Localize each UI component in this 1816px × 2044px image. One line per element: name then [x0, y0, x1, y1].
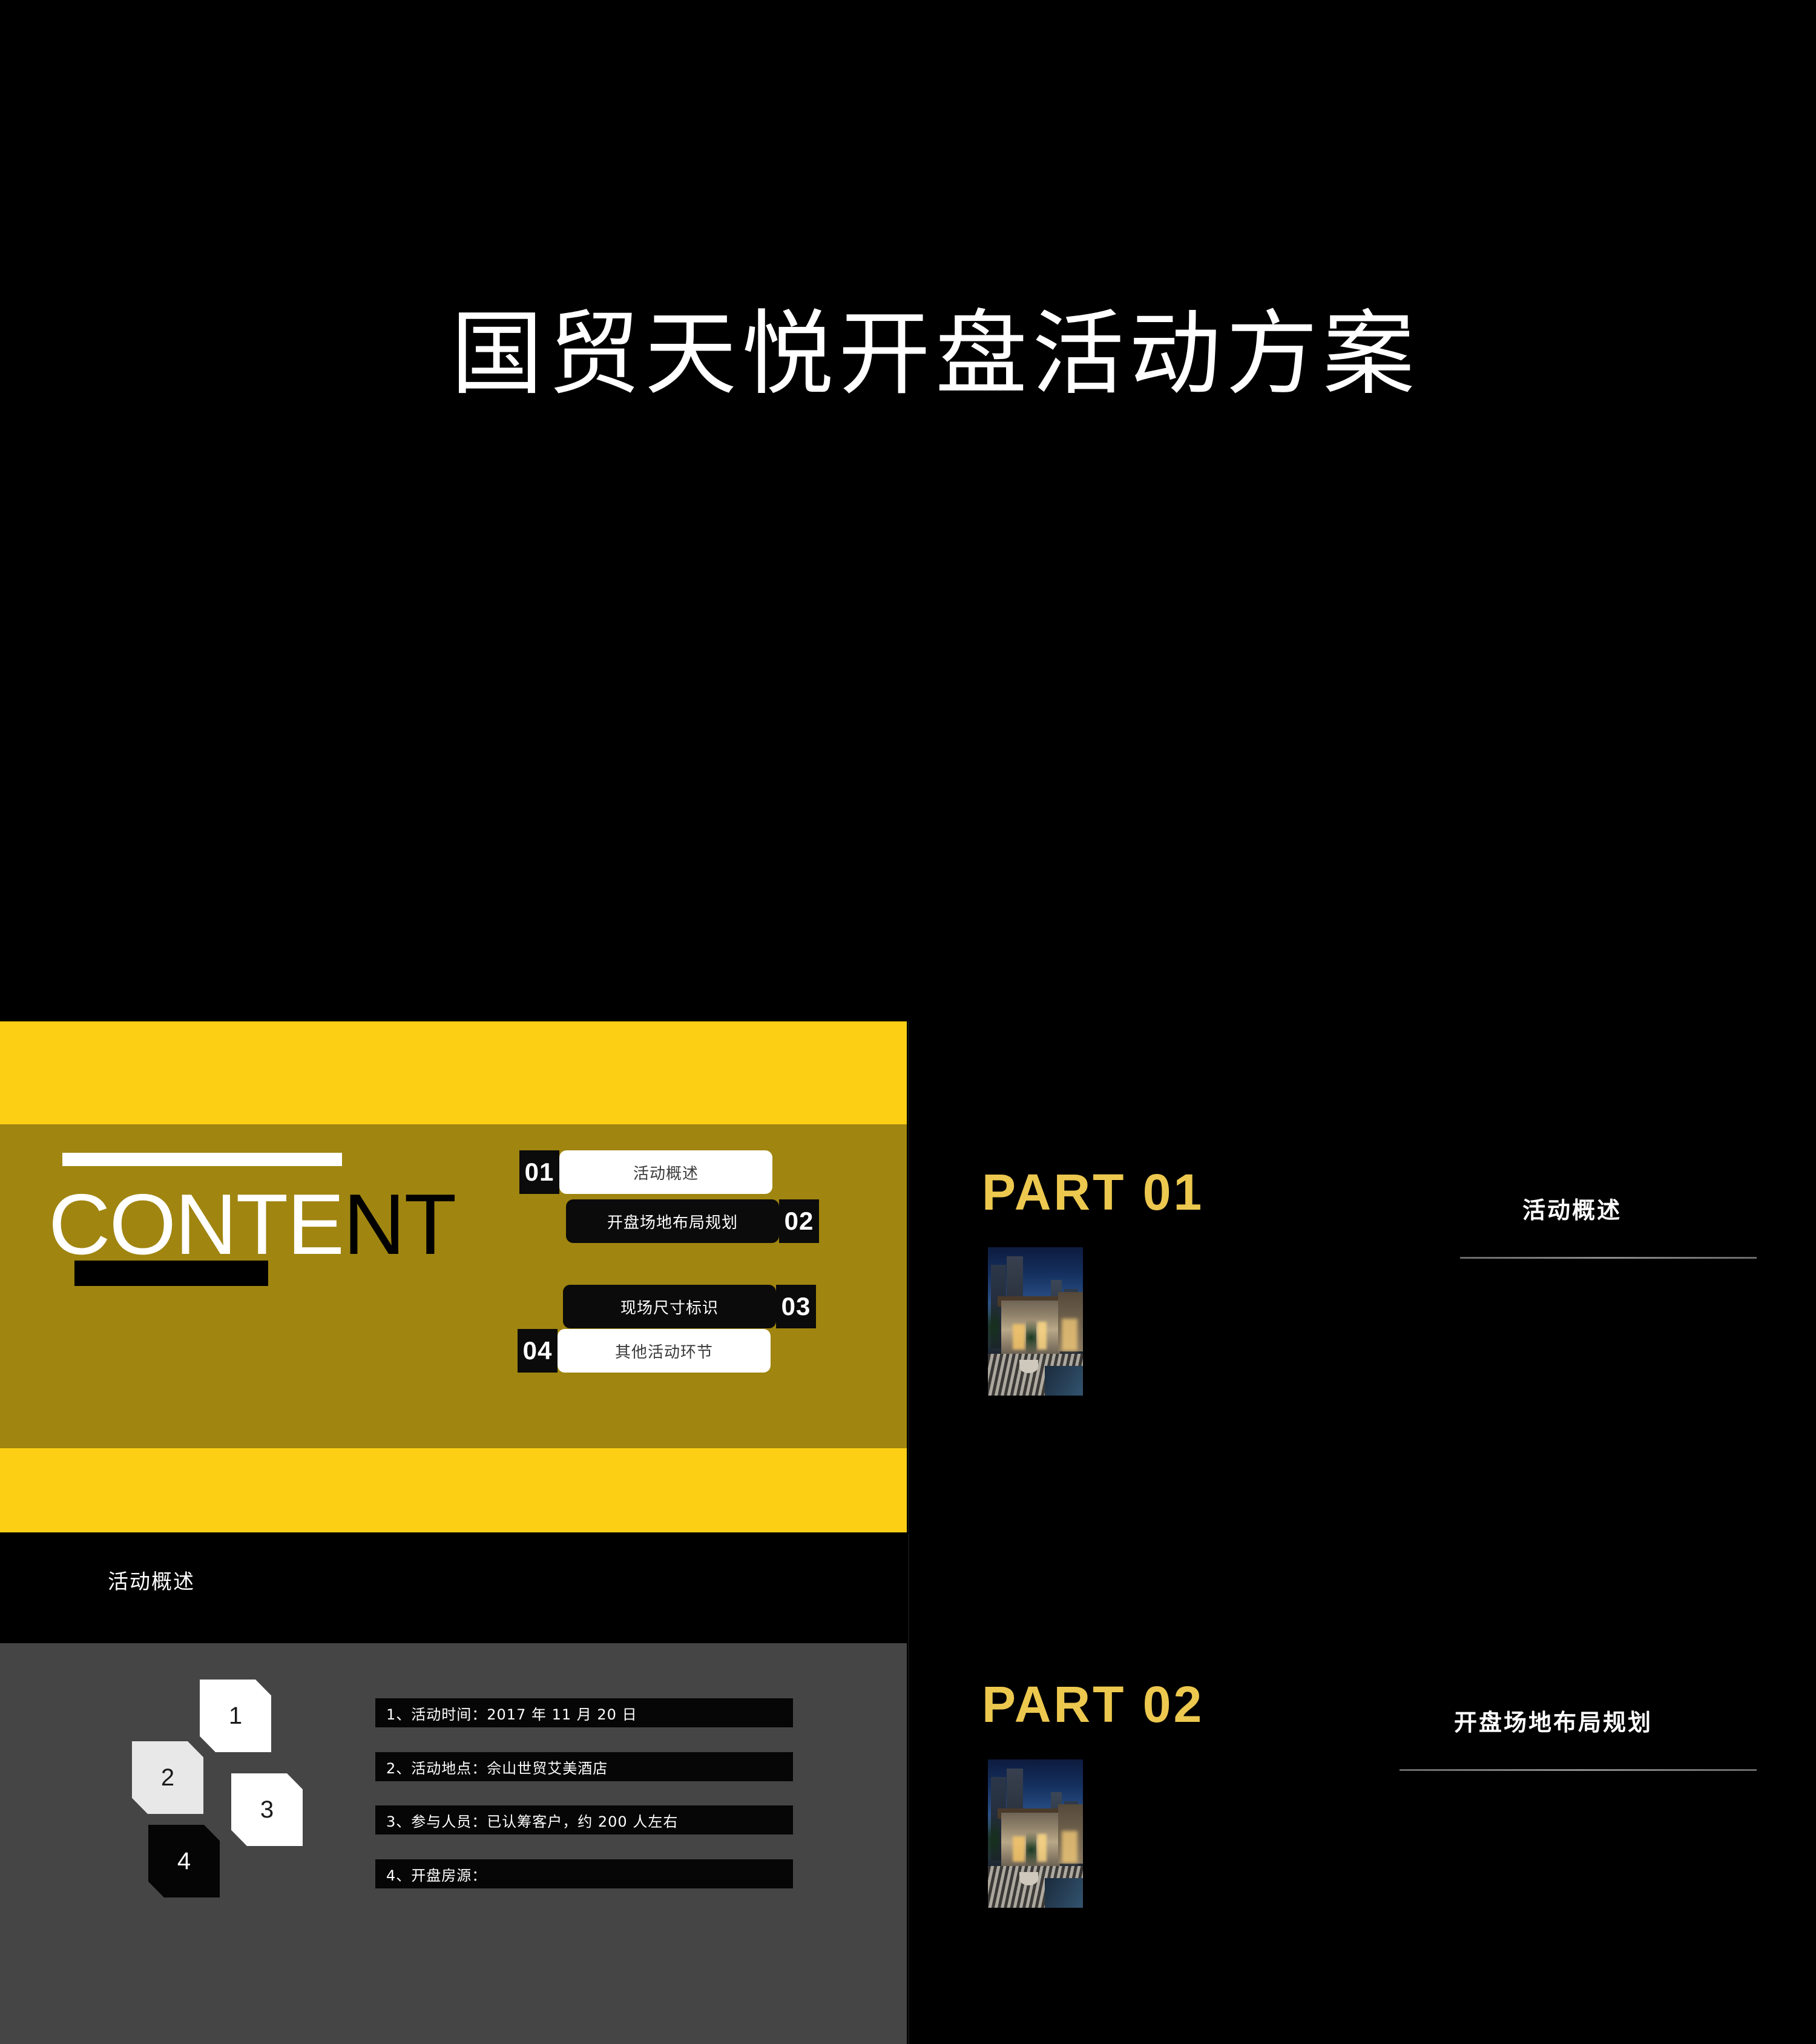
window-glow-b — [1037, 1321, 1047, 1350]
step-badge-2: 2 — [132, 1741, 203, 1814]
step-badge-3: 3 — [231, 1773, 303, 1846]
part01-subtitle: 活动概述 — [1522, 1197, 1622, 1224]
content-heading-black: NT — [343, 1176, 456, 1273]
part01-photo — [988, 1247, 1083, 1396]
toc-label-04: 其他活动环节 — [558, 1329, 771, 1373]
reflecting-pool — [1045, 1878, 1083, 1908]
toc-label-01: 活动概述 — [559, 1150, 772, 1194]
part02-divider — [1400, 1769, 1757, 1771]
window-glow-c — [1062, 1318, 1077, 1351]
part02-heading: PART 02 — [982, 1676, 1205, 1733]
part02-photo — [988, 1759, 1083, 1908]
part01-heading: PART 01 — [982, 1164, 1205, 1221]
toc-number-02: 02 — [779, 1199, 819, 1243]
content-heading-white: CONTE — [48, 1176, 344, 1273]
content-slide: CONTENT 01 活动概述 开盘场地布局规划 02 现场尺寸标识 03 04… — [0, 1021, 907, 1532]
tree-left — [988, 1804, 999, 1876]
content-heading: CONTENT — [48, 1182, 456, 1268]
step-badge-4: 4 — [148, 1825, 220, 1897]
toc-label-02: 开盘场地布局规划 — [566, 1199, 779, 1243]
toc-label-03: 现场尺寸标识 — [563, 1285, 776, 1328]
overview-bullet-3: 3、参与人员：已认筹客户，约 200 人左右 — [375, 1805, 793, 1835]
toc-item-02[interactable]: 开盘场地布局规划 02 — [566, 1199, 819, 1243]
toc-item-01[interactable]: 01 活动概述 — [519, 1150, 772, 1194]
part01-slide: PART 01 活动概述 — [908, 1021, 1816, 1532]
overview-panel: 1 2 3 4 1、活动时间：2017 年 11 月 20 日 2、活动地点：佘… — [0, 1643, 907, 2044]
overview-bullet-2: 2、活动地点：佘山世贸艾美酒店 — [375, 1752, 793, 1781]
toc-item-03[interactable]: 现场尺寸标识 03 — [563, 1285, 816, 1328]
overview-slide: 活动概述 1 2 3 4 1、活动时间：2017 年 11 月 20 日 2、活… — [0, 1534, 907, 2044]
toc-item-04[interactable]: 04 其他活动环节 — [518, 1329, 771, 1373]
window-glow-a — [1012, 1324, 1025, 1350]
toc-number-03: 03 — [776, 1285, 816, 1328]
toc-number-01: 01 — [519, 1150, 559, 1194]
window-glow-a — [1012, 1836, 1025, 1862]
page-title: 国贸天悦开盘活动方案 — [451, 300, 1420, 407]
step-badge-1: 1 — [200, 1680, 271, 1752]
overview-bullet-1: 1、活动时间：2017 年 11 月 20 日 — [375, 1698, 793, 1727]
window-glow-b — [1037, 1833, 1047, 1862]
content-rule-top — [62, 1153, 342, 1166]
part02-slide: PART 02 开盘场地布局规划 — [908, 1534, 1816, 2044]
content-rule-bottom — [74, 1261, 268, 1286]
title-slide: 国贸天悦开盘活动方案 — [0, 0, 1816, 1021]
overview-bullet-4: 4、开盘房源： — [375, 1859, 793, 1888]
part01-divider — [1460, 1257, 1757, 1259]
part02-subtitle: 开盘场地布局规划 — [1454, 1709, 1653, 1736]
window-glow-c — [1062, 1830, 1077, 1864]
overview-page-title: 活动概述 — [108, 1570, 195, 1594]
tree-left — [988, 1291, 999, 1363]
toc-number-04: 04 — [518, 1329, 558, 1373]
reflecting-pool — [1045, 1366, 1083, 1396]
